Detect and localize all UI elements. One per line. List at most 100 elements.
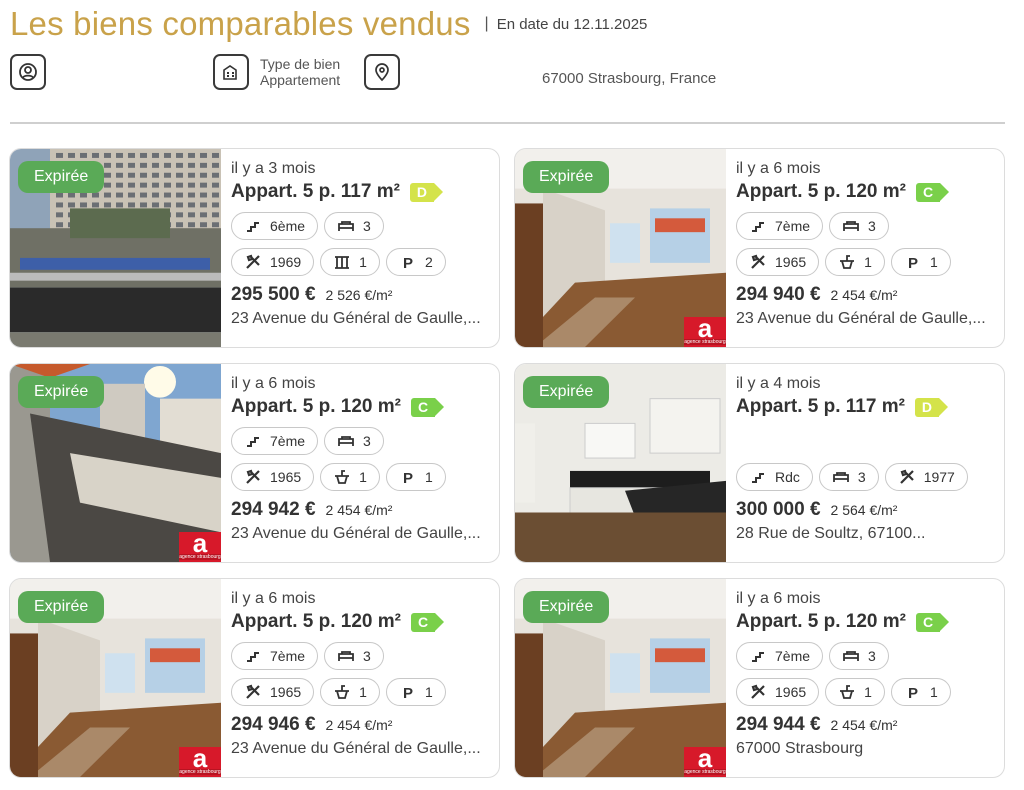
agency-logo-caption: agence strasbourg [179, 554, 221, 560]
listing-price: 294 942 € [231, 499, 316, 520]
feature-value: 1965 [270, 469, 302, 485]
tools-icon [749, 683, 775, 701]
feature-value: 1 [424, 469, 433, 485]
svg-text:P: P [908, 685, 918, 701]
listing-price: 294 944 € [736, 714, 821, 735]
building-icon[interactable] [213, 54, 249, 90]
page-header: Les biens comparables vendus | En date d… [10, 4, 647, 44]
feature-chip: 1 [320, 248, 380, 276]
listing-age: il y a 6 mois [231, 375, 316, 392]
listing-info: il y a 6 mois Appart. 5 p. 120 m² C 7ème 3 19… [736, 160, 996, 328]
status-badge: Expirée [523, 591, 610, 623]
agency-logo: a agence strasbourg [684, 315, 726, 347]
feature-value: 1 [359, 469, 367, 485]
price-line: 294 944 € 2 454 €/m² [736, 714, 996, 736]
listing-title: Appart. 5 p. 120 m² [736, 611, 906, 632]
agency-logo-caption: agence strasbourg [179, 769, 221, 775]
page-title: Les biens comparables vendus [10, 5, 471, 42]
listing-photo[interactable]: Expirée [515, 364, 726, 562]
listing-title: Appart. 5 p. 120 m² [736, 181, 906, 202]
feature-value: 1 [424, 684, 433, 700]
feature-row: 1965 1 P 1 [736, 248, 996, 276]
feature-chip: 1965 [736, 678, 820, 706]
listing-card[interactable]: Expirée a agence strasbourg il y a 6 mois Ap… [9, 363, 500, 563]
svg-text:P: P [403, 255, 413, 271]
listing-age: il y a 6 mois [736, 590, 821, 607]
property-type-label: Type de bien [260, 56, 341, 72]
listing-card[interactable]: Expirée a agence strasbourg il y a 6 mois Ap… [514, 578, 1005, 778]
feature-chip: 7ème [231, 642, 319, 670]
agency-logo-letter: a [192, 743, 208, 773]
agency-logo-caption: agence strasbourg [684, 769, 726, 775]
status-badge: Expirée [523, 161, 610, 193]
svg-text:P: P [403, 685, 413, 701]
listing-photo[interactable]: Expirée a agence strasbourg [515, 579, 726, 777]
listing-info: il y a 4 mois Appart. 5 p. 117 m² D Rdc 3 197… [736, 375, 996, 543]
price-per-m2: 2 454 €/m² [325, 717, 393, 733]
listing-address: 23 Avenue du Général de Gaulle,... [736, 310, 986, 327]
stairs-icon [749, 647, 775, 665]
listing-title: Appart. 5 p. 117 m² [736, 396, 905, 417]
feature-chip: 3 [324, 642, 384, 670]
date-label: En date du 12.11.2025 [496, 15, 648, 33]
listing-price: 295 500 € [231, 284, 316, 305]
listing-title: Appart. 5 p. 120 m² [231, 396, 401, 417]
price-per-m2: 2 564 €/m² [830, 502, 898, 518]
listing-age: il y a 6 mois [231, 590, 316, 607]
stairs-icon [244, 432, 270, 450]
listing-address: 28 Rue de Soultz, 67100... [736, 525, 926, 542]
listing-photo[interactable]: Expirée a agence strasbourg [10, 364, 221, 562]
tools-icon [244, 253, 270, 271]
feature-chip: 1977 [884, 463, 968, 491]
parking-icon: P [904, 253, 930, 271]
listing-card[interactable]: Expirée il y a 3 mois Appart. 5 p. 117 m² D… [9, 148, 500, 348]
listing-card[interactable]: Expirée a agence strasbourg il y a 6 mois Ap… [514, 148, 1005, 348]
energy-rating-badge: C [411, 612, 444, 632]
feature-value: Rdc [775, 469, 800, 485]
price-line: 294 942 € 2 454 €/m² [231, 499, 491, 521]
feature-value: 3 [363, 218, 371, 234]
location-pin-icon[interactable] [364, 54, 400, 90]
property-type: Type de bien Appartement [260, 56, 340, 88]
listing-photo[interactable]: Expirée a agence strasbourg [10, 579, 221, 777]
feature-row: 1965 1 P 1 [736, 678, 996, 706]
user-icon[interactable] [10, 54, 46, 90]
listing-card[interactable]: Expirée a agence strasbourg il y a 6 mois Ap… [9, 578, 500, 778]
feature-chip: 1965 [736, 248, 820, 276]
tools-icon [244, 468, 270, 486]
listing-info: il y a 6 mois Appart. 5 p. 120 m² C 7ème 3 19… [231, 590, 491, 758]
energy-rating-badge: C [916, 182, 949, 202]
listing-photo[interactable]: Expirée [10, 149, 221, 347]
listing-title-row: Appart. 5 p. 120 m² C [736, 181, 996, 203]
bed-icon [842, 217, 868, 235]
feature-chip: 7ème [231, 427, 319, 455]
feature-chip: 1 [825, 678, 885, 706]
listing-title-row: Appart. 5 p. 117 m² D [231, 181, 491, 203]
feature-value: 7ème [775, 218, 811, 234]
feature-value: 1 [359, 254, 367, 270]
feature-value: 1965 [775, 254, 807, 270]
feature-row: 1965 1 P 1 [231, 463, 491, 491]
listing-photo[interactable]: Expirée a agence strasbourg [515, 149, 726, 347]
feature-value: 1 [864, 684, 872, 700]
feature-value: 3 [363, 648, 371, 664]
stairs-icon [749, 217, 775, 235]
listing-card[interactable]: Expirée il y a 4 mois Appart. 5 p. 117 m² D… [514, 363, 1005, 563]
filter-bar: Type de bien Appartement 67000 Strasbour… [10, 54, 1010, 94]
energy-rating-badge: C [916, 612, 949, 632]
feature-chip: 1 [825, 248, 885, 276]
listing-info: il y a 6 mois Appart. 5 p. 120 m² C 7ème 3 19… [736, 590, 996, 758]
price-per-m2: 2 526 €/m² [325, 287, 393, 303]
feature-chip: 1 [320, 463, 380, 491]
bed-icon [337, 647, 363, 665]
status-badge: Expirée [523, 376, 610, 408]
feature-value: 3 [857, 469, 866, 485]
listing-address: 23 Avenue du Général de Gaulle,... [231, 525, 481, 542]
feature-row: 6ème 3 [231, 212, 491, 240]
feature-value: 7ème [270, 648, 306, 664]
price-line: 295 500 € 2 526 €/m² [231, 284, 491, 306]
sink-icon [838, 253, 864, 271]
feature-chip: 7ème [736, 212, 824, 240]
tools-icon [749, 253, 775, 271]
header-divider [10, 122, 1005, 124]
